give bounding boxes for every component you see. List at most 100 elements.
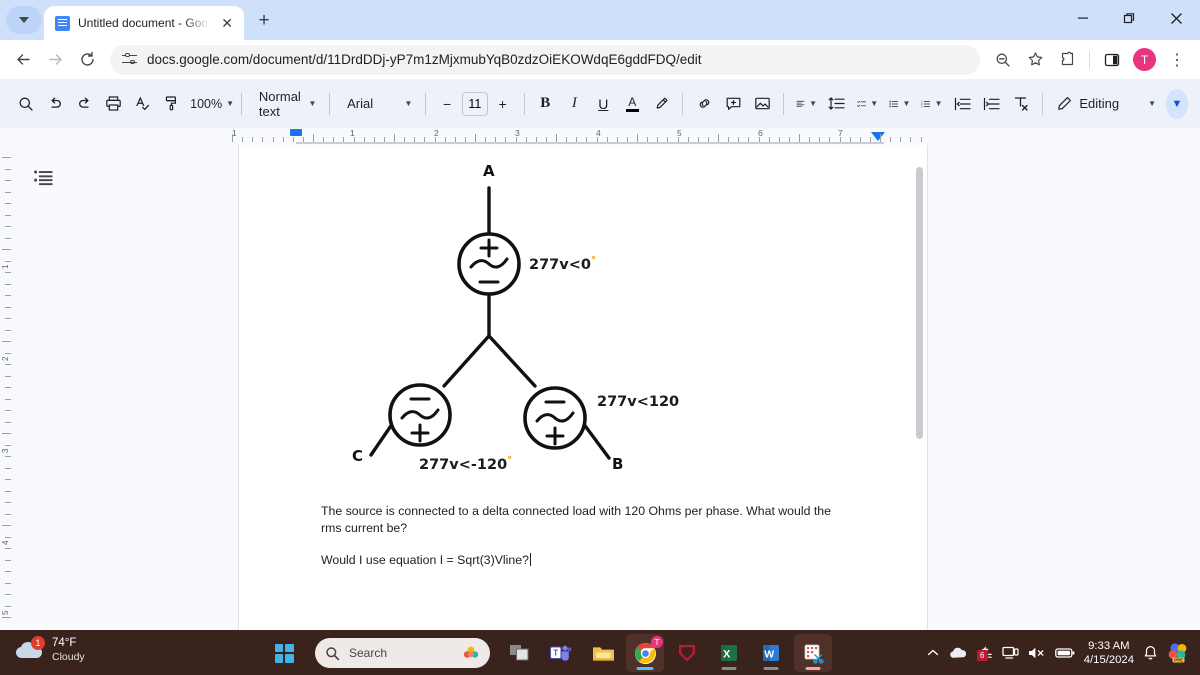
taskbar-microsoft-word[interactable]: W bbox=[752, 634, 790, 672]
search-icon[interactable] bbox=[12, 89, 40, 119]
ruler-tick bbox=[5, 502, 11, 503]
bold-button[interactable]: B bbox=[531, 89, 559, 119]
ruler-tick bbox=[5, 421, 11, 423]
editing-mode-selector[interactable]: Editing ▼ bbox=[1049, 89, 1164, 119]
ruler-tick bbox=[869, 137, 871, 142]
browser-menu-button[interactable]: ⋮ bbox=[1162, 45, 1192, 75]
decrease-indent-icon[interactable] bbox=[949, 89, 977, 119]
ruler-tick bbox=[5, 571, 11, 572]
restore-button[interactable] bbox=[1106, 0, 1152, 36]
first-line-indent-marker[interactable] bbox=[290, 129, 302, 136]
ruler-tick bbox=[687, 137, 689, 142]
paragraph-question[interactable]: The source is connected to a delta conne… bbox=[321, 503, 851, 537]
battery-icon[interactable] bbox=[1054, 647, 1075, 659]
cloud-icon: 1 bbox=[14, 636, 45, 661]
close-button[interactable] bbox=[1152, 0, 1200, 36]
profile-avatar[interactable]: T bbox=[1133, 48, 1156, 71]
bookmark-star-icon[interactable] bbox=[1020, 45, 1050, 75]
document-workspace: 1 2 3 4 5 A C B 277v<0° 277v<-120° 277v<… bbox=[0, 145, 1200, 630]
ruler-tick bbox=[2, 157, 11, 158]
onedrive-icon[interactable] bbox=[949, 646, 968, 660]
new-tab-button[interactable]: + bbox=[250, 7, 278, 35]
clear-formatting-icon[interactable] bbox=[1007, 89, 1035, 119]
back-button[interactable] bbox=[8, 45, 38, 75]
ruler-tick bbox=[748, 137, 750, 142]
print-icon[interactable] bbox=[99, 89, 127, 119]
task-view-icon bbox=[509, 645, 528, 661]
site-settings-icon[interactable] bbox=[122, 52, 137, 67]
insert-link-icon[interactable] bbox=[690, 89, 718, 119]
forward-button[interactable] bbox=[40, 45, 70, 75]
horizontal-ruler[interactable]: 1 1 2 3 4 5 6 7 bbox=[230, 128, 940, 145]
volume-muted-icon[interactable] bbox=[1028, 646, 1046, 660]
browser-tab-active[interactable]: Untitled document - Google Do ✕ bbox=[44, 6, 244, 40]
increase-font-size-button[interactable]: + bbox=[489, 89, 517, 119]
reload-button[interactable] bbox=[72, 45, 102, 75]
network-icon[interactable] bbox=[1002, 645, 1019, 660]
ruler-tick bbox=[707, 137, 709, 142]
notifications-bell-icon[interactable] bbox=[1143, 645, 1158, 661]
address-bar[interactable]: docs.google.com/document/d/11DrdDDj-yP7m… bbox=[110, 44, 980, 75]
highlight-color-icon[interactable] bbox=[647, 89, 675, 119]
numbered-list-icon[interactable]: 123 ▼ bbox=[916, 89, 947, 119]
bulleted-list-icon[interactable]: ▼ bbox=[884, 89, 915, 119]
checklist-icon[interactable]: ▼ bbox=[852, 89, 883, 119]
zoom-selector[interactable]: 100% ▼ bbox=[186, 90, 234, 118]
weather-widget[interactable]: 1 74°F Cloudy bbox=[14, 636, 85, 664]
ruler-tick bbox=[5, 364, 11, 365]
start-button[interactable] bbox=[265, 634, 303, 672]
decrease-font-size-button[interactable]: − bbox=[433, 89, 461, 119]
paragraph-equation[interactable]: Would I use equation I = Sqrt(3)Vline? bbox=[321, 552, 851, 569]
copilot-preview-icon[interactable]: PRE bbox=[1167, 642, 1190, 663]
paragraph-style-selector[interactable]: Normal text ▼ bbox=[249, 89, 322, 119]
show-document-outline-button[interactable] bbox=[30, 165, 56, 191]
windows-update-icon[interactable]: 6 bbox=[976, 645, 993, 661]
insert-image-icon[interactable] bbox=[748, 89, 776, 119]
taskbar-snipping-tool[interactable] bbox=[794, 634, 832, 672]
taskbar-microsoft-excel[interactable]: X bbox=[710, 634, 748, 672]
ruler-tick bbox=[5, 548, 11, 549]
chevron-down-icon: ▼ bbox=[404, 99, 413, 108]
font-size-input[interactable]: 11 bbox=[462, 91, 488, 116]
right-indent-marker[interactable] bbox=[871, 132, 885, 141]
underline-button[interactable]: U bbox=[589, 89, 617, 119]
clock[interactable]: 9:33 AM 4/15/2024 bbox=[1084, 639, 1134, 667]
taskbar-microsoft-teams[interactable]: T bbox=[542, 634, 580, 672]
font-selector[interactable]: Arial ▼ bbox=[337, 90, 418, 118]
extensions-icon[interactable] bbox=[1052, 45, 1082, 75]
taskbar-task-view[interactable] bbox=[500, 634, 538, 672]
ruler-tick bbox=[5, 180, 11, 181]
spell-check-icon[interactable] bbox=[128, 89, 156, 119]
zoom-out-icon[interactable] bbox=[988, 45, 1018, 75]
collapse-menus-button[interactable]: ▼ bbox=[1166, 88, 1188, 119]
redo-icon[interactable] bbox=[70, 89, 98, 119]
ruler-tick bbox=[2, 249, 11, 250]
undo-icon[interactable] bbox=[41, 89, 69, 119]
taskbar-search[interactable]: Search bbox=[315, 638, 490, 668]
windows-logo-icon bbox=[274, 643, 294, 663]
svg-text:T: T bbox=[553, 648, 558, 657]
align-icon[interactable]: ▼ bbox=[791, 89, 822, 119]
line-spacing-icon[interactable] bbox=[823, 89, 851, 119]
ruler-tick bbox=[252, 137, 254, 142]
italic-button[interactable]: I bbox=[560, 89, 588, 119]
document-page[interactable]: A C B 277v<0° 277v<-120° 277v<120 The so… bbox=[238, 145, 928, 630]
taskbar-mcafee[interactable] bbox=[668, 634, 706, 672]
tray-overflow-icon[interactable] bbox=[926, 646, 940, 660]
side-panel-icon[interactable] bbox=[1097, 45, 1127, 75]
add-comment-icon[interactable] bbox=[719, 89, 747, 119]
ruler-tick bbox=[434, 137, 436, 142]
ruler-tick bbox=[5, 295, 11, 296]
document-scrollbar[interactable] bbox=[916, 167, 923, 439]
tab-search-button[interactable] bbox=[6, 6, 42, 34]
minimize-button[interactable] bbox=[1060, 0, 1106, 36]
paint-format-icon[interactable] bbox=[157, 89, 185, 119]
text-color-button[interactable]: A bbox=[618, 89, 646, 119]
increase-indent-icon[interactable] bbox=[978, 89, 1006, 119]
pencil-icon bbox=[1058, 97, 1072, 110]
window-controls bbox=[1060, 0, 1200, 36]
taskbar-file-explorer[interactable] bbox=[584, 634, 622, 672]
taskbar-google-chrome[interactable]: T bbox=[626, 634, 664, 672]
ruler-tick bbox=[313, 134, 314, 142]
close-icon[interactable]: ✕ bbox=[218, 14, 236, 32]
